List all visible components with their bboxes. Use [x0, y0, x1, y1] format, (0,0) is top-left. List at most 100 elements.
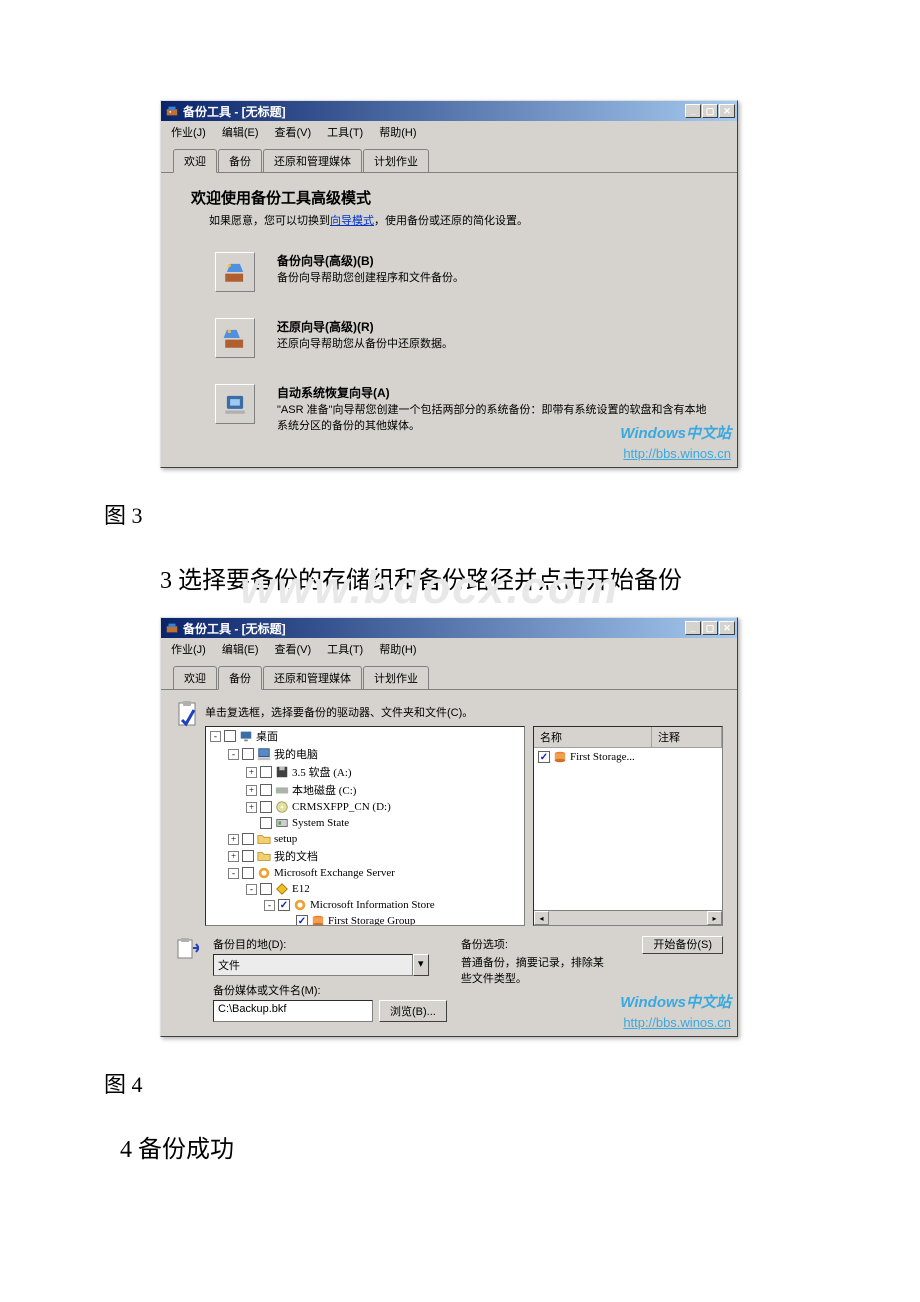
- menu-edit[interactable]: 编辑(E): [216, 640, 265, 658]
- tree-item[interactable]: System State: [246, 815, 524, 831]
- tree-checkbox[interactable]: [260, 784, 272, 796]
- titlebar[interactable]: 备份工具 - [无标题] _ ▢ ✕: [161, 618, 737, 638]
- welcome-sub-b: ，使用备份或还原的简化设置。: [374, 215, 528, 227]
- tree-checkbox[interactable]: [260, 801, 272, 813]
- menu-tools[interactable]: 工具(T): [321, 123, 369, 141]
- cd-icon: [275, 800, 289, 814]
- dest-dropdown-button[interactable]: ▾: [413, 954, 429, 976]
- tab-welcome[interactable]: 欢迎: [173, 666, 217, 689]
- tab-welcome[interactable]: 欢迎: [173, 149, 217, 173]
- list-item[interactable]: First Storage...: [538, 750, 718, 764]
- scroll-left-button[interactable]: ◂: [534, 911, 549, 925]
- backup-list[interactable]: 名称 注释 First Storage... ◂ ▸: [533, 726, 723, 926]
- maximize-button[interactable]: ▢: [702, 104, 718, 118]
- menu-help[interactable]: 帮助(H): [373, 123, 422, 141]
- tree-item[interactable]: +CRMSXFPP_CN (D:): [246, 799, 524, 815]
- menu-edit[interactable]: 编辑(E): [216, 123, 265, 141]
- menu-view[interactable]: 查看(V): [269, 123, 318, 141]
- tree-item[interactable]: -E12: [246, 881, 524, 897]
- media-label: 备份媒体或文件名(M):: [213, 982, 447, 998]
- col-name[interactable]: 名称: [534, 727, 652, 747]
- twist-icon[interactable]: -: [246, 884, 257, 895]
- welcome-subtitle: 如果愿意，您可以切换到向导模式，使用备份或还原的简化设置。: [175, 212, 723, 246]
- tree-checkbox[interactable]: [224, 730, 236, 742]
- figure-4-caption: 图 4: [104, 1067, 920, 1099]
- twist-icon[interactable]: +: [228, 851, 239, 862]
- tree-item[interactable]: - Microsoft Exchange Server: [228, 865, 524, 881]
- tree-item[interactable]: +3.5 软盘 (A:): [246, 763, 524, 781]
- tree-item[interactable]: +本地磁盘 (C:): [246, 781, 524, 799]
- backup-tree[interactable]: -桌面-我的电脑+3.5 软盘 (A:)+本地磁盘 (C:)+CRMSXFPP_…: [205, 726, 525, 926]
- option-backup-wizard: 备份向导(高级)(B) 备份向导帮助您创建程序和文件备份。: [175, 246, 723, 312]
- tree-item[interactable]: -桌面: [210, 727, 524, 745]
- tree-checkbox[interactable]: [242, 867, 254, 879]
- list-item-label: First Storage...: [570, 751, 635, 763]
- tab-backup[interactable]: 备份: [218, 149, 262, 172]
- watermark-site: Windows中文站: [620, 422, 731, 443]
- option-restore-title: 还原向导(高级)(R): [277, 318, 453, 335]
- backup-window-welcome: 备份工具 - [无标题] _ ▢ ✕ 作业(J) 编辑(E) 查看(V) 工具(…: [160, 100, 738, 468]
- tree-checkbox[interactable]: [260, 766, 272, 778]
- close-button[interactable]: ✕: [719, 621, 735, 635]
- menu-job[interactable]: 作业(J): [165, 640, 212, 658]
- backup-window-backup-tab: 备份工具 - [无标题] _ ▢ ✕ 作业(J) 编辑(E) 查看(V) 工具(…: [160, 617, 738, 1037]
- twist-icon[interactable]: -: [210, 731, 221, 742]
- twist-icon[interactable]: +: [246, 802, 257, 813]
- twist-icon[interactable]: -: [228, 749, 239, 760]
- minimize-button[interactable]: _: [685, 104, 701, 118]
- tree-checkbox[interactable]: [260, 883, 272, 895]
- minimize-button[interactable]: _: [685, 621, 701, 635]
- scroll-right-button[interactable]: ▸: [707, 911, 722, 925]
- backup-wizard-icon[interactable]: [215, 252, 255, 292]
- tree-item[interactable]: First Storage Group: [282, 913, 524, 926]
- backup-panel: 单击复选框，选择要备份的驱动器、文件夹和文件(C)。 -桌面-我的电脑+3.5 …: [161, 690, 737, 1036]
- tree-item[interactable]: -Microsoft Information Store: [264, 897, 524, 913]
- wizard-mode-link[interactable]: 向导模式: [330, 215, 374, 227]
- tab-backup[interactable]: 备份: [218, 666, 262, 690]
- dest-label: 备份目的地(D):: [213, 936, 447, 952]
- start-backup-button[interactable]: 开始备份(S): [642, 936, 723, 954]
- menu-job[interactable]: 作业(J): [165, 123, 212, 141]
- tree-checkbox[interactable]: [242, 850, 254, 862]
- twist-icon[interactable]: -: [228, 868, 239, 879]
- option-backup-text: 备份向导(高级)(B) 备份向导帮助您创建程序和文件备份。: [277, 252, 464, 292]
- tree-checkbox[interactable]: [242, 748, 254, 760]
- tree-item[interactable]: +我的文档: [228, 847, 524, 865]
- titlebar[interactable]: 备份工具 - [无标题] _ ▢ ✕: [161, 101, 737, 121]
- tab-restore[interactable]: 还原和管理媒体: [263, 149, 362, 172]
- menu-view[interactable]: 查看(V): [269, 640, 318, 658]
- col-comment[interactable]: 注释: [652, 727, 722, 747]
- tree-item[interactable]: -我的电脑: [228, 745, 524, 763]
- restore-wizard-icon[interactable]: [215, 318, 255, 358]
- twist-icon[interactable]: +: [246, 785, 257, 796]
- tab-restore[interactable]: 还原和管理媒体: [263, 666, 362, 689]
- tree-checkbox[interactable]: [260, 817, 272, 829]
- list-checkbox[interactable]: [538, 751, 550, 763]
- option-asr-title: 自动系统恢复向导(A): [277, 384, 713, 401]
- tab-schedule[interactable]: 计划作业: [363, 149, 429, 172]
- media-input[interactable]: C:\Backup.bkf: [213, 1000, 373, 1022]
- tree-checkbox[interactable]: [296, 915, 308, 926]
- tree-item[interactable]: +setup: [228, 831, 524, 847]
- browse-button[interactable]: 浏览(B)...: [379, 1000, 447, 1022]
- storage-icon: [553, 750, 567, 764]
- option-backup-desc: 备份向导帮助您创建程序和文件备份。: [277, 272, 464, 284]
- tree-checkbox[interactable]: [242, 833, 254, 845]
- menubar: 作业(J) 编辑(E) 查看(V) 工具(T) 帮助(H): [161, 638, 737, 660]
- list-header: 名称 注释: [534, 727, 722, 748]
- exchange-icon: [293, 898, 307, 912]
- horizontal-scrollbar[interactable]: ◂ ▸: [534, 910, 722, 925]
- close-button[interactable]: ✕: [719, 104, 735, 118]
- tab-schedule[interactable]: 计划作业: [363, 666, 429, 689]
- tree-item-label: Microsoft Exchange Server: [274, 867, 395, 879]
- menu-tools[interactable]: 工具(T): [321, 640, 369, 658]
- twist-icon[interactable]: +: [246, 767, 257, 778]
- twist-icon[interactable]: +: [228, 834, 239, 845]
- asr-wizard-icon[interactable]: [215, 384, 255, 424]
- background-watermark: www.bdocx.com: [240, 562, 619, 614]
- maximize-button[interactable]: ▢: [702, 621, 718, 635]
- dest-select[interactable]: 文件: [213, 954, 413, 976]
- menu-help[interactable]: 帮助(H): [373, 640, 422, 658]
- twist-icon[interactable]: -: [264, 900, 275, 911]
- tree-checkbox[interactable]: [278, 899, 290, 911]
